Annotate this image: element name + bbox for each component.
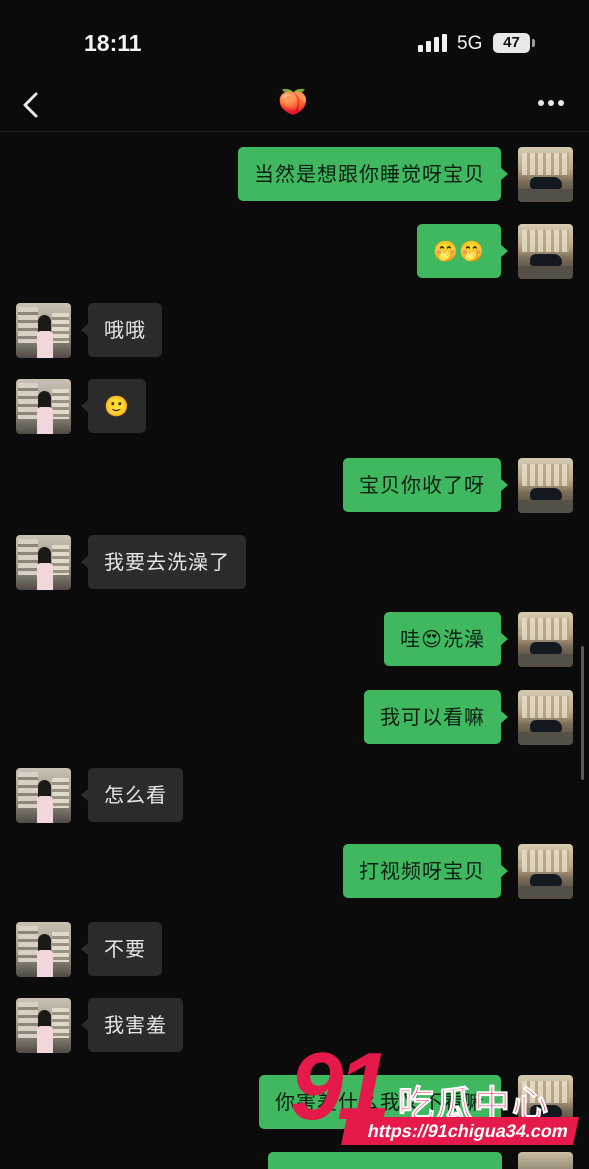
message-bubble[interactable]: 哦哦 (81, 303, 162, 357)
scrollbar[interactable] (581, 646, 584, 780)
message-bubble[interactable]: 🙂 (81, 379, 146, 433)
chat-title[interactable]: 🍑 (278, 88, 308, 116)
contact-avatar[interactable] (16, 535, 71, 590)
contact-avatar[interactable] (16, 303, 71, 358)
message-bubble[interactable]: 哇😍洗澡 (384, 612, 508, 666)
more-dots-icon[interactable] (534, 90, 568, 116)
message-bubble[interactable]: 我害羞 (81, 998, 183, 1052)
my-avatar[interactable] (518, 844, 573, 899)
contact-avatar[interactable] (16, 998, 71, 1053)
my-avatar[interactable] (518, 612, 573, 667)
clock: 18:11 (84, 30, 142, 56)
status-bar: 18:11 5G 47 (0, 0, 589, 80)
message-bubble[interactable]: 怎么看 (81, 768, 183, 822)
message-bubble[interactable]: 打视频呀宝贝 (343, 844, 508, 898)
message-bubble[interactable]: 🤭🤭 (417, 224, 508, 278)
signal-bars-icon (418, 34, 447, 52)
my-avatar[interactable] (518, 224, 573, 279)
message-bubble[interactable]: 我可以看嘛 (364, 690, 508, 744)
battery-level: 47 (493, 33, 530, 53)
message-bubble[interactable]: 宝贝你收了呀 (343, 458, 508, 512)
contact-avatar[interactable] (16, 922, 71, 977)
message-bubble[interactable]: 当然是想跟你睡觉呀宝贝 (238, 147, 508, 201)
my-avatar[interactable] (518, 147, 573, 202)
network-type: 5G (457, 33, 483, 54)
watermark-url: https://91chigua34.com (341, 1117, 580, 1145)
watermark: 91 吃瓜中心 https://91chigua34.com (290, 1037, 580, 1155)
my-avatar[interactable] (518, 690, 573, 745)
chevron-left-icon[interactable] (14, 86, 48, 124)
contact-avatar[interactable] (16, 768, 71, 823)
message-bubble[interactable]: 不要 (81, 922, 162, 976)
message-bubble[interactable]: 我要去洗澡了 (81, 535, 246, 589)
chat-header: 🍑 (0, 80, 589, 132)
battery-icon (532, 39, 535, 47)
my-avatar[interactable] (518, 458, 573, 513)
contact-avatar[interactable] (16, 379, 71, 434)
